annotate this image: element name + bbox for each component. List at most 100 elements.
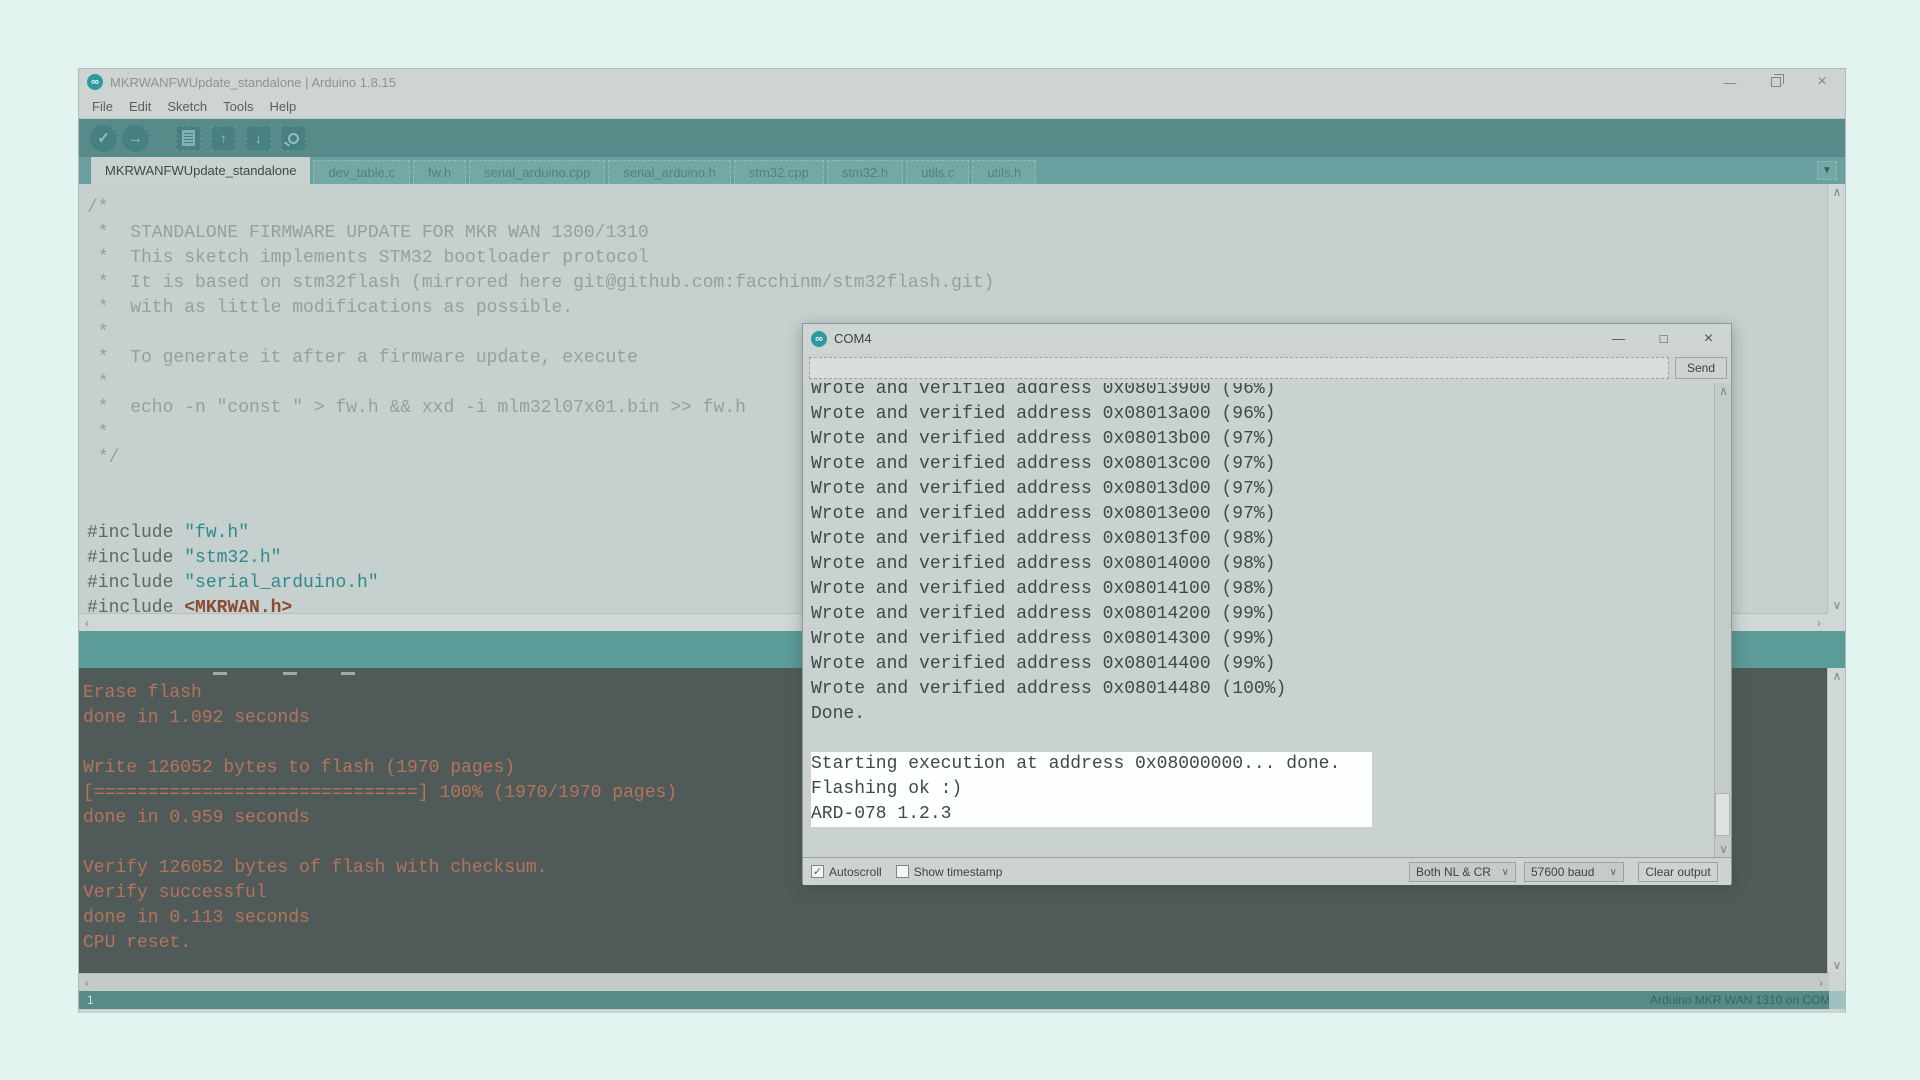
ide-title-bar: ∞ MKRWANFWUpdate_standalone | Arduino 1.… [79,69,1845,95]
monitor-line: Wrote and verified address 0x08014480 (1… [811,677,1731,702]
menu-item-file[interactable]: File [84,96,121,117]
tab-strip: MKRWANFWUpdate_standalonedev_table.cfw.h… [79,157,1845,184]
minimize-icon[interactable]: — [1707,69,1753,95]
monitor-title-bar: ∞ COM4 — □ × [803,324,1731,353]
scrollbar-thumb[interactable] [1715,793,1730,836]
tab-fw-h[interactable]: fw.h [413,160,466,184]
code-segment: * This sketch implements STM32 bootloade… [87,248,649,268]
editor-vertical-scrollbar[interactable]: ∧ ∨ [1827,184,1845,613]
clear-output-button[interactable]: Clear output [1638,862,1718,882]
code-segment: "serial_arduino.h" [184,573,378,593]
monitor-line: Wrote and verified address 0x08014400 (9… [811,652,1731,677]
toolbar: ✓ → ↑ ↓ [79,119,1845,157]
scroll-up-icon[interactable]: ∧ [1828,184,1845,200]
close-icon[interactable]: × [1799,69,1845,95]
new-sketch-button[interactable] [176,126,201,151]
close-icon[interactable]: × [1686,324,1731,353]
code-segment: * [87,373,109,393]
code-segment: */ [87,448,119,468]
serial-send-input[interactable] [809,357,1669,379]
baud-rate-value: 57600 baud [1531,865,1594,879]
code-line: * STANDALONE FIRMWARE UPDATE FOR MKR WAN… [87,221,1827,246]
menu-bar: FileEditSketchToolsHelp [79,95,1845,119]
open-sketch-button[interactable]: ↑ [211,126,236,151]
menu-item-help[interactable]: Help [261,96,304,117]
console-horizontal-scrollbar[interactable]: ‹ › [79,973,1829,991]
scroll-right-icon[interactable]: › [1811,614,1827,631]
code-segment: * with as little modifications as possib… [87,298,573,318]
save-sketch-button[interactable]: ↓ [246,126,271,151]
code-segment: "stm32.h" [184,548,281,568]
autoscroll-checkbox[interactable]: ✓ [811,865,824,878]
monitor-line: Wrote and verified address 0x08013a00 (9… [811,402,1731,427]
tab-stm32-h[interactable]: stm32.h [827,160,903,184]
monitor-line-highlighted: ARD-078 1.2.3 [811,802,1372,827]
tab-serial-arduino-cpp[interactable]: serial_arduino.cpp [469,160,605,184]
send-row: Send [803,353,1731,383]
code-segment: #include [87,548,184,568]
monitor-line: Wrote and verified address 0x08013b00 (9… [811,427,1731,452]
menu-item-edit[interactable]: Edit [121,96,159,117]
tab-stm32-cpp[interactable]: stm32.cpp [734,160,824,184]
restore-icon[interactable] [1753,69,1799,95]
code-segment: * [87,423,109,443]
tab-utils-h[interactable]: utils.h [972,160,1036,184]
resize-grip[interactable] [1829,991,1845,1009]
code-line: * It is based on stm32flash (mirrored he… [87,271,1827,296]
upload-button[interactable]: → [121,124,150,153]
tab-serial-arduino-h[interactable]: serial_arduino.h [608,160,731,184]
tab-list-dropdown-button[interactable]: ▼ [1817,161,1837,180]
status-bar: 1 Arduino MKR WAN 1310 on COM4 [79,991,1845,1009]
scroll-right-icon[interactable]: › [1813,974,1829,992]
minimize-icon[interactable]: — [1596,324,1641,353]
autoscroll-label: Autoscroll [829,865,882,879]
chevron-down-icon: ∨ [1502,867,1509,878]
monitor-vertical-scrollbar[interactable]: ∧ ∨ [1714,383,1731,857]
console-line: done in 0.113 seconds [83,906,1845,931]
verify-button[interactable]: ✓ [89,124,118,153]
ide-window-title: MKRWANFWUpdate_standalone | Arduino 1.8.… [110,75,396,90]
scroll-down-icon[interactable]: ∨ [1828,957,1845,973]
scroll-down-icon[interactable]: ∨ [1715,841,1731,857]
window-bottom-edge [79,1009,1845,1013]
maximize-icon[interactable]: □ [1641,324,1686,353]
console-vertical-scrollbar[interactable]: ∧ ∨ [1827,668,1845,973]
menu-item-tools[interactable]: Tools [215,96,261,117]
code-segment: <MKRWAN.h> [184,598,292,613]
show-timestamp-checkbox[interactable] [896,865,909,878]
board-port-status: Arduino MKR WAN 1310 on COM4 [1650,993,1837,1007]
console-line: CPU reset. [83,931,1845,956]
serial-monitor-button[interactable] [281,126,306,151]
clipped-output-remnant [341,672,355,675]
show-timestamp-label: Show timestamp [914,865,1003,879]
monitor-line: Wrote and verified address 0x08013900 (9… [811,383,1731,402]
monitor-line: Done. [811,702,1731,727]
monitor-line: Wrote and verified address 0x08014300 (9… [811,627,1731,652]
scroll-down-icon[interactable]: ∨ [1828,597,1845,613]
send-button[interactable]: Send [1675,357,1727,379]
code-line: /* [87,196,1827,221]
chevron-down-icon: ▼ [1822,165,1832,176]
selected-output-block: Starting execution at address 0x08000000… [811,752,1372,827]
tab-utils-c[interactable]: utils.c [906,160,969,184]
line-ending-select[interactable]: Both NL & CR ∨ [1409,862,1516,882]
serial-output-area[interactable]: Wrote and verified address 0x08013900 (9… [803,383,1731,857]
code-segment: #include [87,598,184,613]
monitor-line: Wrote and verified address 0x08013d00 (9… [811,477,1731,502]
tab-dev-table-c[interactable]: dev_table.c [313,160,410,184]
new-document-icon [182,130,195,146]
baud-rate-select[interactable]: 57600 baud ∨ [1524,862,1624,882]
menu-item-sketch[interactable]: Sketch [159,96,215,117]
code-segment: #include [87,523,184,543]
tab-mkrwanfwupdate-standalone[interactable]: MKRWANFWUpdate_standalone [91,157,310,184]
cursor-line-indicator: 1 [87,993,94,1007]
monitor-line-highlighted: Flashing ok :) [811,777,1372,802]
scroll-left-icon[interactable]: ‹ [79,974,95,992]
monitor-bottom-bar: ✓ Autoscroll Show timestamp Both NL & CR… [803,857,1731,885]
scroll-left-icon[interactable]: ‹ [79,614,95,631]
code-segment: * [87,323,109,343]
scroll-up-icon[interactable]: ∧ [1715,383,1731,399]
code-segment: * It is based on stm32flash (mirrored he… [87,273,994,293]
monitor-line: Wrote and verified address 0x08013e00 (9… [811,502,1731,527]
scroll-up-icon[interactable]: ∧ [1828,668,1845,684]
